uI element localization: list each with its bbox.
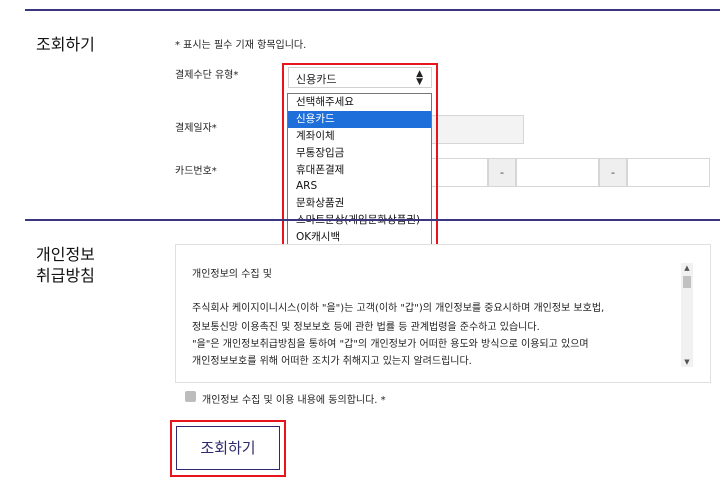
lookup-submit-button[interactable]: 조회하기 bbox=[176, 426, 280, 470]
payment-type-label: 결제수단 유형* bbox=[175, 70, 239, 81]
agree-label: 개인정보 수집 및 이용 내용에 동의합니다. * bbox=[202, 395, 386, 406]
top-divider bbox=[25, 9, 720, 11]
card-number-field-1[interactable] bbox=[432, 158, 488, 187]
required-note: * 표시는 필수 기재 항목입니다. bbox=[175, 40, 307, 51]
card-number-field-2[interactable] bbox=[516, 158, 599, 187]
scroll-up-icon[interactable]: ▲ bbox=[681, 264, 693, 272]
payment-date-label: 결제일자* bbox=[175, 123, 217, 134]
section-title-lookup: 조회하기 bbox=[36, 35, 95, 54]
privacy-line: 개인정보보호를 위해 어떠한 조치가 취해지고 있는지 알려드립니다. bbox=[192, 356, 472, 367]
scroll-down-icon[interactable]: ▼ bbox=[681, 358, 693, 366]
card-number-field-3[interactable] bbox=[627, 158, 710, 187]
payment-date-field[interactable] bbox=[432, 115, 524, 144]
scroll-thumb[interactable] bbox=[683, 276, 691, 288]
privacy-line: "을"은 개인정보취급방침을 통하여 "갑"의 개인정보가 어떠한 용도와 방식… bbox=[192, 339, 589, 350]
privacy-line: 주식회사 케이지이니시스(이하 "을")는 고객(이하 "갑")의 개인정보를 … bbox=[192, 303, 605, 314]
agree-checkbox[interactable] bbox=[185, 391, 196, 402]
privacy-scrollbar[interactable]: ▲ ▼ bbox=[681, 263, 693, 367]
card-number-label: 카드번호* bbox=[175, 166, 217, 177]
privacy-line: 정보통신망 이용촉진 및 정보보호 등에 관한 법률 등 관계법령을 준수하고 … bbox=[192, 322, 540, 333]
card-separator: - bbox=[488, 158, 516, 187]
privacy-policy-textarea[interactable]: 개인정보의 수집 및 주식회사 케이지이니시스(이하 "을")는 고객(이하 "… bbox=[175, 244, 711, 383]
card-separator: - bbox=[599, 158, 627, 187]
privacy-line: 개인정보의 수집 및 bbox=[192, 269, 272, 280]
section-title-privacy: 개인정보 취급방침 bbox=[36, 245, 95, 285]
section-divider bbox=[25, 219, 720, 221]
